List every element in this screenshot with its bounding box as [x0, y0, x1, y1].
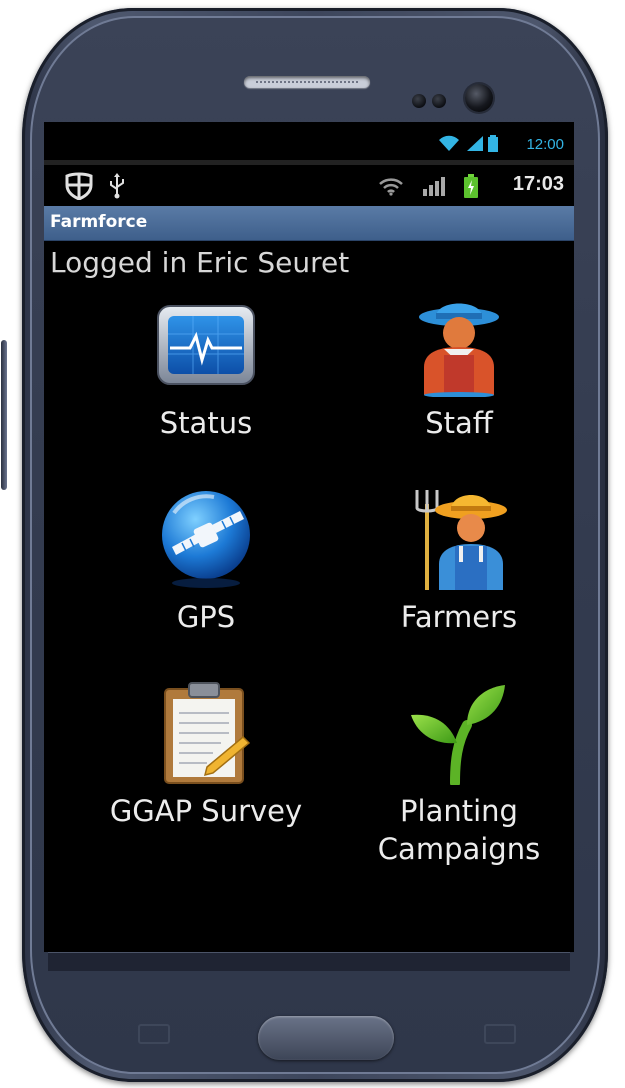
volume-button	[1, 340, 7, 490]
wifi-icon	[439, 135, 459, 151]
ggap-survey-label: GGAP Survey	[109, 794, 303, 828]
seedling-icon	[411, 685, 505, 785]
staff-label: Staff	[425, 406, 493, 440]
device-clock: 17:03	[512, 173, 564, 195]
gps-tile[interactable]: GPS	[91, 484, 321, 636]
screen-bottom-bezel	[48, 952, 570, 971]
emulator-status-bar: 12:00	[44, 122, 574, 160]
status-tile[interactable]: Status	[91, 290, 321, 442]
app-title-bar: Farmforce	[44, 206, 574, 241]
emulator-status-icons	[436, 134, 498, 152]
battery-charging-icon	[464, 174, 478, 198]
status-divider	[44, 160, 574, 165]
satellite-globe-icon	[162, 491, 250, 588]
shield-icon	[65, 172, 93, 200]
clipboard-icon	[164, 682, 251, 784]
farmers-tile[interactable]: Farmers	[344, 484, 574, 636]
device-screen: 12:00 17:03 Farmforce Logged in Eric Seu…	[44, 122, 574, 952]
logged-in-label: Logged in Eric Seuret	[50, 246, 350, 279]
app-title: Farmforce	[50, 212, 148, 232]
signal-icon	[467, 136, 483, 151]
usb-icon	[110, 173, 124, 199]
earpiece-speaker	[244, 76, 370, 88]
emulator-clock: 12:00	[526, 136, 564, 153]
home-button[interactable]	[258, 1016, 394, 1060]
back-key[interactable]	[484, 1024, 516, 1044]
menu-key[interactable]	[138, 1024, 170, 1044]
notification-icons	[64, 172, 126, 200]
staff-person-icon	[419, 303, 499, 397]
gps-label: GPS	[176, 600, 236, 634]
farmer-pitchfork-icon	[415, 490, 507, 590]
planting-campaigns-label: Planting Campaigns	[377, 794, 541, 866]
device-status-icons	[378, 174, 478, 198]
status-label: Status	[159, 406, 253, 440]
device-status-bar: 17:03	[44, 166, 574, 204]
wifi-icon	[379, 178, 403, 196]
ggap-survey-tile[interactable]: GGAP Survey	[91, 678, 321, 830]
farmers-label: Farmers	[400, 600, 518, 634]
battery-icon	[488, 135, 498, 152]
planting-campaigns-tile[interactable]: Planting Campaigns	[344, 678, 574, 868]
signal-bars-icon	[423, 177, 445, 196]
front-camera	[465, 84, 493, 112]
proximity-sensor	[412, 94, 426, 108]
staff-tile[interactable]: Staff	[344, 290, 574, 442]
monitor-heartbeat-icon	[157, 305, 255, 385]
light-sensor	[432, 94, 446, 108]
